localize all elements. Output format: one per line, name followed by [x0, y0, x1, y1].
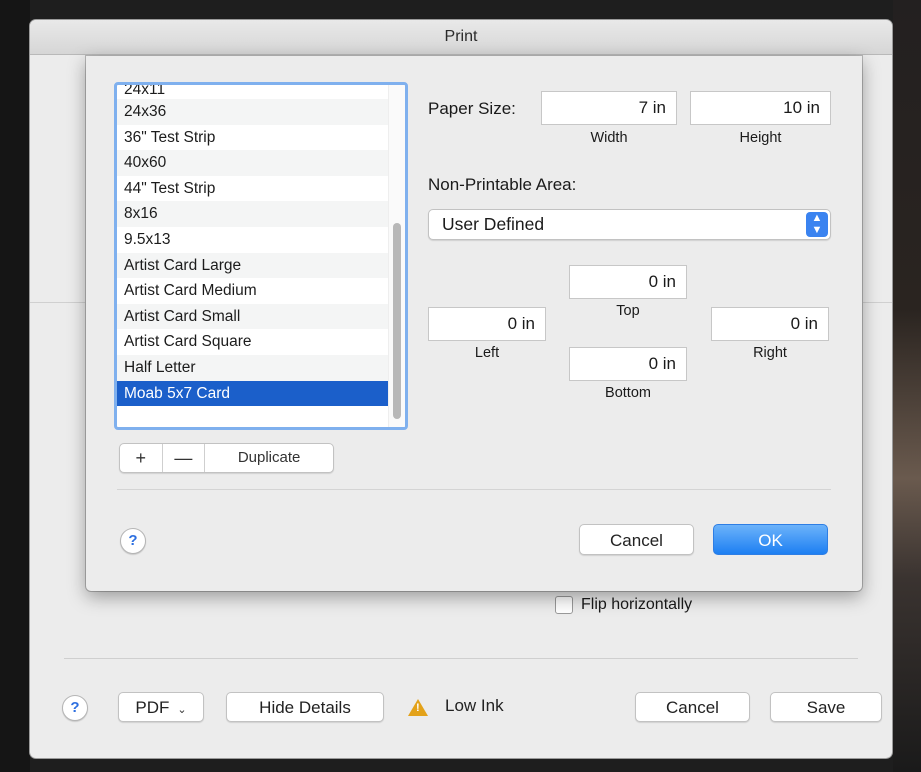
divider	[117, 489, 831, 490]
list-controls: + — Duplicate	[119, 443, 334, 473]
list-item[interactable]: 44" Test Strip	[117, 176, 405, 202]
paper-size-label: Paper Size:	[428, 99, 516, 118]
pdf-menu-button[interactable]: PDF ⌄	[118, 692, 204, 722]
non-printable-area-label: Non-Printable Area:	[428, 175, 577, 194]
cancel-button[interactable]: Cancel	[635, 692, 750, 722]
popup-value: User Defined	[442, 214, 545, 234]
list-item[interactable]: 40x60	[117, 150, 405, 176]
non-printable-area-popup[interactable]: User Defined ▲ ▼	[428, 209, 831, 240]
top-margin-field[interactable]: 0 in	[569, 265, 687, 299]
flip-horizontally-label: Flip horizontally	[581, 596, 693, 613]
duplicate-button[interactable]: Duplicate	[205, 444, 333, 472]
list-item[interactable]: Artist Card Square	[117, 329, 405, 355]
paper-width-field[interactable]: 7 in	[541, 91, 677, 125]
list-item[interactable]: Half Letter	[117, 354, 405, 381]
divider	[64, 658, 858, 659]
list-item[interactable]: Artist Card Large	[117, 252, 405, 279]
list-item[interactable]: 36" Test Strip	[117, 125, 405, 151]
top-label: Top	[616, 303, 640, 319]
list-item[interactable]: 9.5x13	[117, 227, 405, 253]
desktop-background	[0, 0, 30, 772]
list-item-selected[interactable]: Moab 5x7 Card	[117, 380, 405, 407]
scrollbar-thumb[interactable]	[393, 223, 401, 419]
list-scrollbar[interactable]	[388, 85, 405, 427]
height-label: Height	[739, 130, 782, 146]
hide-details-button[interactable]: Hide Details	[226, 692, 384, 722]
flip-horizontally-option[interactable]: Flip horizontally	[555, 596, 692, 614]
pdf-label: PDF	[135, 698, 170, 717]
popup-arrows-icon: ▲ ▼	[806, 212, 828, 237]
list-item[interactable]: Artist Card Small	[117, 303, 405, 330]
paper-size-list[interactable]: 24x11 24x36 36" Test Strip 40x60 44" Tes…	[114, 82, 408, 430]
left-label: Left	[474, 345, 500, 361]
width-label: Width	[590, 130, 628, 146]
bottom-margin-field[interactable]: 0 in	[569, 347, 687, 381]
save-button[interactable]: Save	[770, 692, 882, 722]
flip-horizontally-checkbox[interactable]	[555, 596, 573, 614]
bottom-label: Bottom	[605, 385, 651, 401]
custom-paper-sizes-sheet: 24x11 24x36 36" Test Strip 40x60 44" Tes…	[86, 56, 862, 591]
chevron-down-icon: ⌄	[177, 704, 187, 716]
list-item[interactable]: 24x36	[117, 99, 405, 125]
add-paper-size-button[interactable]: +	[120, 444, 163, 472]
window-title: Print	[30, 20, 892, 55]
right-label: Right	[753, 345, 787, 361]
list-item[interactable]: 8x16	[117, 201, 405, 227]
desktop-background-right	[893, 0, 921, 772]
bottom-bar: ? PDF ⌄ Hide Details ! Low Ink Cancel Sav…	[30, 682, 892, 732]
list-item[interactable]: Artist Card Medium	[117, 278, 405, 304]
low-ink-label: Low Ink	[445, 696, 504, 715]
ok-button[interactable]: OK	[713, 524, 828, 555]
left-margin-field[interactable]: 0 in	[428, 307, 546, 341]
list-item[interactable]: 24x11	[117, 85, 405, 99]
right-margin-field[interactable]: 0 in	[711, 307, 829, 341]
remove-paper-size-button[interactable]: —	[163, 444, 206, 472]
paper-height-field[interactable]: 10 in	[690, 91, 831, 125]
help-button[interactable]: ?	[62, 695, 88, 721]
warning-icon: !	[408, 699, 428, 716]
help-button[interactable]: ?	[120, 528, 146, 554]
sheet-cancel-button[interactable]: Cancel	[579, 524, 694, 555]
